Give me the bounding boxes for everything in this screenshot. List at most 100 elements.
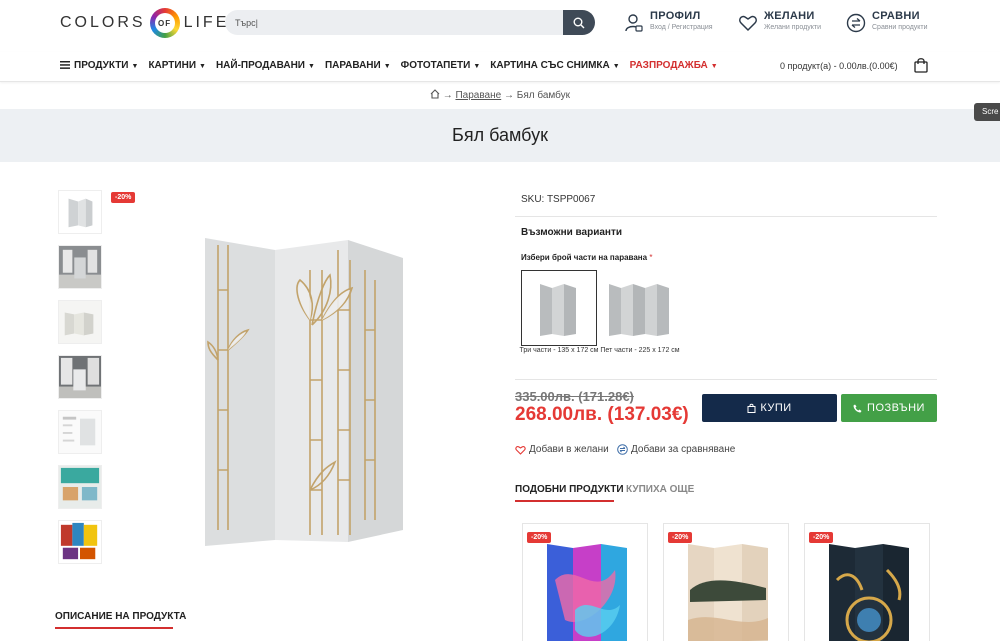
variant-option-caption: Пет части - 225 x 172 см [600, 347, 680, 354]
shopping-bag-icon[interactable] [914, 57, 928, 73]
thumbnail[interactable] [58, 190, 102, 234]
buy-button[interactable]: КУПИ [702, 394, 837, 422]
logo-text-right: LIFE [183, 14, 230, 31]
search-icon [573, 17, 585, 28]
thumbnail-list [58, 190, 102, 575]
caret-down-icon: ▼ [131, 63, 139, 70]
thumbnail[interactable] [58, 245, 102, 289]
tab-underline [515, 500, 614, 502]
compare-icon [846, 13, 866, 33]
five-panel-screen-icon [609, 284, 669, 336]
title-band: Бял бамбук [0, 109, 1000, 162]
three-panel-screen-icon [540, 284, 576, 336]
add-to-wishlist-link[interactable]: Добави в желани [515, 444, 609, 455]
nav-item-bestsellers[interactable]: НАЙ-ПРОДАВАНИ ▼ [216, 60, 315, 71]
nav-item-label: КАРТИНИ [148, 60, 197, 71]
logo-circle: OF [149, 8, 180, 38]
product-card[interactable]: -20% [804, 523, 930, 641]
nav-item-screens[interactable]: ПАРАВАНИ ▼ [325, 60, 391, 71]
product-image[interactable] [200, 230, 410, 550]
tab-similar-products[interactable]: ПОДОБНИ ПРОДУКТИ [515, 484, 624, 495]
thumbnail[interactable] [58, 355, 102, 399]
profile-link[interactable]: ПРОФИЛ Вход / Регистрация [624, 10, 713, 33]
nav-item-photo-painting[interactable]: КАРТИНА СЪС СНИМКА ▼ [490, 60, 619, 71]
product-card-image [829, 544, 909, 641]
caret-down-icon: ▼ [199, 63, 206, 70]
phone-icon [853, 404, 862, 412]
breadcrumb-link-screens[interactable]: Параване [455, 90, 501, 101]
screenshot-tooltip[interactable]: Scre [974, 103, 1000, 121]
buy-button-label: КУПИ [760, 402, 792, 414]
wishlist-subtitle: Желани продукти [764, 24, 822, 31]
caret-down-icon: ▼ [383, 63, 391, 70]
search-button[interactable] [563, 10, 595, 35]
divider [515, 379, 937, 380]
add-to-compare-link[interactable]: Добави за сравняване [617, 444, 735, 455]
search-input[interactable] [225, 10, 555, 35]
heart-icon [739, 15, 757, 32]
required-mark: * [649, 253, 653, 262]
home-icon[interactable] [430, 89, 440, 99]
heart-icon [515, 445, 526, 455]
logo-text-left: COLORS [60, 14, 146, 31]
compare-link[interactable]: СРАВНИ Сравни продукти [846, 10, 928, 33]
compare-icon [617, 444, 628, 455]
profile-title: ПРОФИЛ [650, 10, 701, 22]
nav-item-paintings[interactable]: КАРТИНИ ▼ [148, 60, 206, 71]
tab-underline [55, 627, 173, 629]
discount-badge: -20% [111, 192, 136, 203]
main-nav: ПРОДУКТИ ▼ КАРТИНИ ▼ НАЙ-ПРОДАВАНИ ▼ ПАРАВА… [0, 52, 1000, 82]
thumbnail[interactable] [58, 520, 102, 564]
nav-item-products[interactable]: ПРОДУКТИ ▼ [60, 60, 138, 71]
profile-subtitle: Вход / Регистрация [650, 24, 713, 31]
search-bar [225, 10, 595, 35]
breadcrumb-arrow: → [442, 90, 453, 101]
product-card[interactable]: -20% [522, 523, 648, 641]
divider [515, 216, 937, 217]
variant-option-caption: Три части - 135 x 172 см [519, 347, 599, 354]
call-button-label: ПОЗВЪНИ [867, 402, 925, 414]
breadcrumb-arrow: → [503, 90, 514, 101]
variant-option-five-parts[interactable] [602, 270, 678, 346]
nav-item-sale[interactable]: РАЗПРОДАЖБА ▼ [630, 60, 718, 71]
tab-also-bought[interactable]: КУПИХА ОЩЕ [626, 484, 694, 495]
user-icon [625, 14, 643, 32]
new-price: 268.00лв. (137.03€) [515, 404, 689, 425]
variant-label-text: Избери брой части на паравана [521, 253, 648, 262]
caret-down-icon: ▼ [473, 63, 481, 70]
menu-icon [60, 61, 70, 69]
variants-title: Възможни варианти [521, 227, 623, 238]
wishlist-link[interactable]: ЖЕЛАНИ Желани продукти [738, 10, 821, 33]
nav-item-label: РАЗПРОДАЖБА [629, 60, 708, 71]
nav-item-wallpapers[interactable]: ФОТОТАПЕТИ ▼ [401, 60, 481, 71]
nav-item-label: ФОТОТАПЕТИ [400, 60, 471, 71]
caret-down-icon: ▼ [710, 63, 718, 70]
old-price: 335.00лв. (171.28€) [515, 389, 634, 404]
nav-item-label: КАРТИНА СЪС СНИМКА [490, 60, 610, 71]
page-title: Бял бамбук [452, 125, 548, 145]
compare-subtitle: Сравни продукти [872, 24, 928, 31]
thumbnail[interactable] [58, 300, 102, 344]
compare-label: Добави за сравняване [631, 444, 736, 455]
breadcrumb: → Параване → Бял бамбук [0, 89, 1000, 101]
compare-title: СРАВНИ [872, 10, 920, 22]
caret-down-icon: ▼ [308, 63, 315, 70]
variant-option-three-parts[interactable] [521, 270, 597, 346]
thumbnail[interactable] [58, 410, 102, 454]
thumbnail[interactable] [58, 465, 102, 509]
logo-text-mid: OF [154, 13, 175, 33]
product-sku: SKU: TSPP0067 [521, 194, 596, 205]
caret-down-icon: ▼ [612, 63, 620, 70]
bag-icon [747, 403, 756, 413]
product-card-image [688, 544, 768, 641]
tab-description[interactable]: ОПИСАНИЕ НА ПРОДУКТА [55, 611, 186, 622]
wishlist-label: Добави в желани [529, 444, 609, 455]
logo[interactable]: COLORS OF LIFE [60, 8, 229, 38]
cart-summary[interactable]: 0 продукт(а) - 0.00лв.(0.00€) [780, 61, 898, 71]
product-card[interactable]: -20% [663, 523, 789, 641]
nav-item-label: НАЙ-ПРОДАВАНИ [215, 60, 305, 71]
nav-item-label: ПАРАВАНИ [324, 60, 381, 71]
variant-label: Избери брой части на паравана * [521, 253, 652, 262]
wishlist-title: ЖЕЛАНИ [764, 10, 815, 22]
call-button[interactable]: ПОЗВЪНИ [841, 394, 937, 422]
